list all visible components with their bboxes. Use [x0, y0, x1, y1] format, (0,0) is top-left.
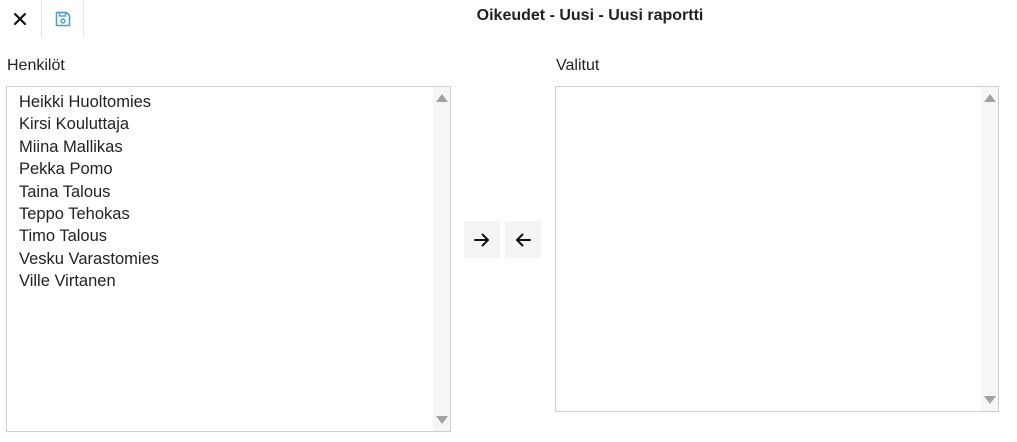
- arrow-left-icon: [516, 233, 531, 246]
- page-title: Oikeudet - Uusi - Uusi raportti: [476, 7, 704, 24]
- henkilot-listbox[interactable]: Heikki Huoltomies Kirsi Kouluttaja Miina M…: [6, 86, 451, 432]
- list-item[interactable]: Ville Virtanen: [19, 270, 430, 292]
- henkilot-scrollbar[interactable]: [433, 87, 450, 431]
- scroll-up-icon[interactable]: [436, 94, 448, 102]
- valitut-listbox[interactable]: [555, 86, 999, 412]
- remove-selected-button[interactable]: [505, 221, 541, 258]
- arrow-right-icon: [474, 233, 489, 246]
- save-icon: [55, 11, 70, 27]
- close-icon: [13, 12, 27, 26]
- scroll-down-icon[interactable]: [984, 396, 996, 404]
- henkilot-label: Henkilöt: [7, 57, 65, 74]
- valitut-scrollbar[interactable]: [981, 87, 998, 411]
- list-item[interactable]: Heikki Huoltomies: [19, 91, 430, 113]
- list-item[interactable]: Teppo Tehokas: [19, 203, 430, 225]
- list-item[interactable]: Kirsi Kouluttaja: [19, 113, 430, 135]
- list-item[interactable]: Miina Mallikas: [19, 136, 430, 158]
- valitut-label: Valitut: [556, 57, 600, 74]
- save-button[interactable]: [41, 0, 84, 38]
- toolbar: Oikeudet - Uusi - Uusi raportti: [0, 0, 1017, 38]
- add-selected-button[interactable]: [464, 221, 500, 258]
- scroll-up-icon[interactable]: [984, 94, 996, 102]
- close-button[interactable]: [0, 0, 40, 38]
- henkilot-items: Heikki Huoltomies Kirsi Kouluttaja Miina M…: [19, 91, 430, 293]
- scroll-down-icon[interactable]: [436, 416, 448, 424]
- list-item[interactable]: Taina Talous: [19, 181, 430, 203]
- list-item[interactable]: Timo Talous: [19, 225, 430, 247]
- list-item[interactable]: Pekka Pomo: [19, 158, 430, 180]
- list-item[interactable]: Vesku Varastomies: [19, 248, 430, 270]
